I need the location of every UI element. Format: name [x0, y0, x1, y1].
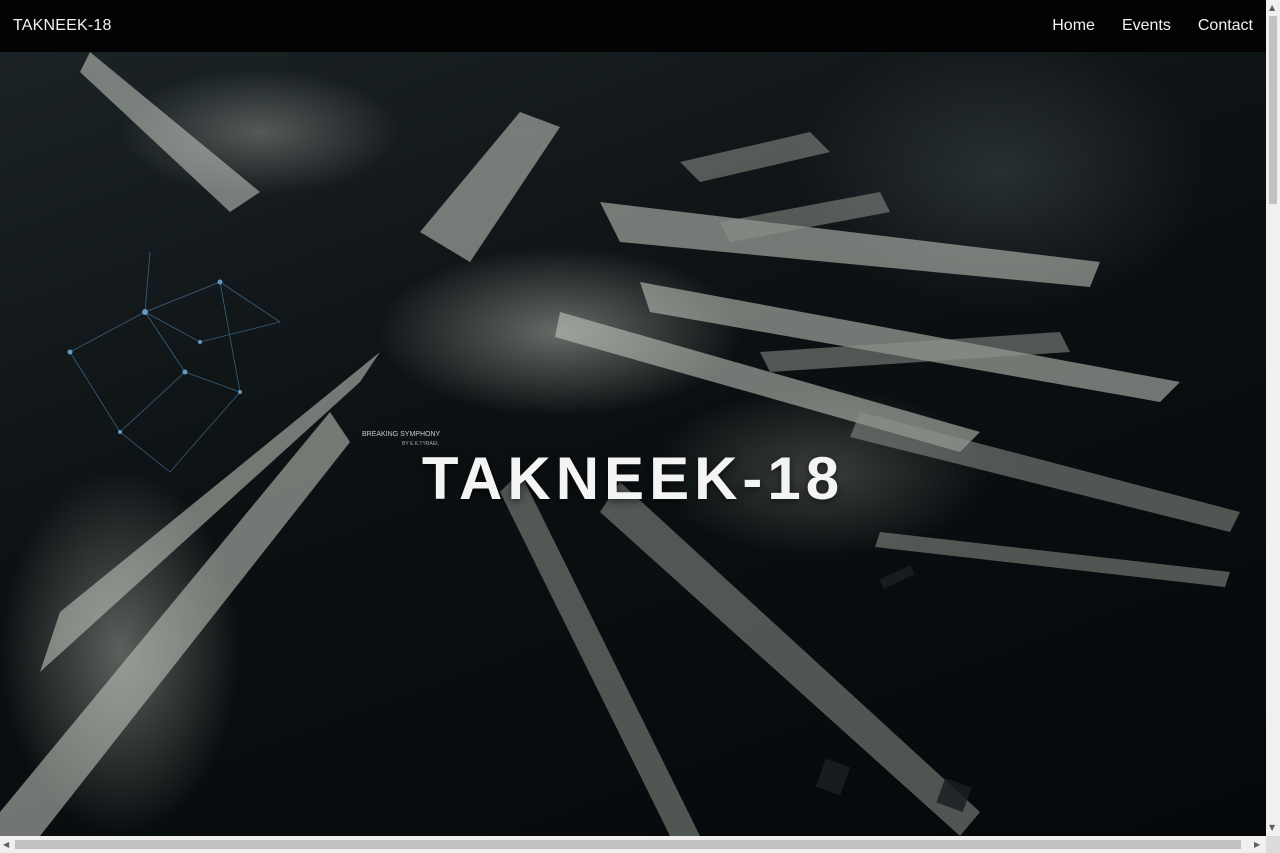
scrollbar-corner [1266, 836, 1280, 853]
horizontal-scroll-thumb[interactable] [15, 840, 1241, 849]
top-navbar: TAKNEEK-18 Home Events Contact [0, 0, 1266, 52]
nav-link-contact[interactable]: Contact [1198, 17, 1253, 35]
art-caption-line1: BREAKING SYMPHONY [362, 431, 441, 438]
vertical-scroll-thumb[interactable] [1269, 16, 1277, 204]
nav-link-home[interactable]: Home [1052, 17, 1095, 35]
scroll-right-arrow-icon[interactable]: ▶ [1254, 841, 1260, 849]
horizontal-scrollbar[interactable]: ◀ ▶ [0, 836, 1266, 853]
hero-section: BREAKING SYMPHONY BY E.K.TYRAEL TAKNEEK-… [0, 52, 1266, 836]
scroll-up-arrow-icon[interactable]: ▲ [1269, 4, 1275, 12]
hero-title: TAKNEEK-18 [421, 445, 845, 512]
vertical-scrollbar[interactable]: ▲ ▼ [1266, 0, 1280, 836]
scroll-left-arrow-icon[interactable]: ◀ [3, 841, 9, 849]
brand-logo-text[interactable]: TAKNEEK-18 [13, 17, 112, 35]
scroll-down-arrow-icon[interactable]: ▼ [1269, 824, 1275, 832]
nav-link-events[interactable]: Events [1122, 17, 1171, 35]
nav-links: Home Events Contact [1052, 17, 1253, 35]
page-viewport: BREAKING SYMPHONY BY E.K.TYRAEL TAKNEEK-… [0, 0, 1266, 836]
